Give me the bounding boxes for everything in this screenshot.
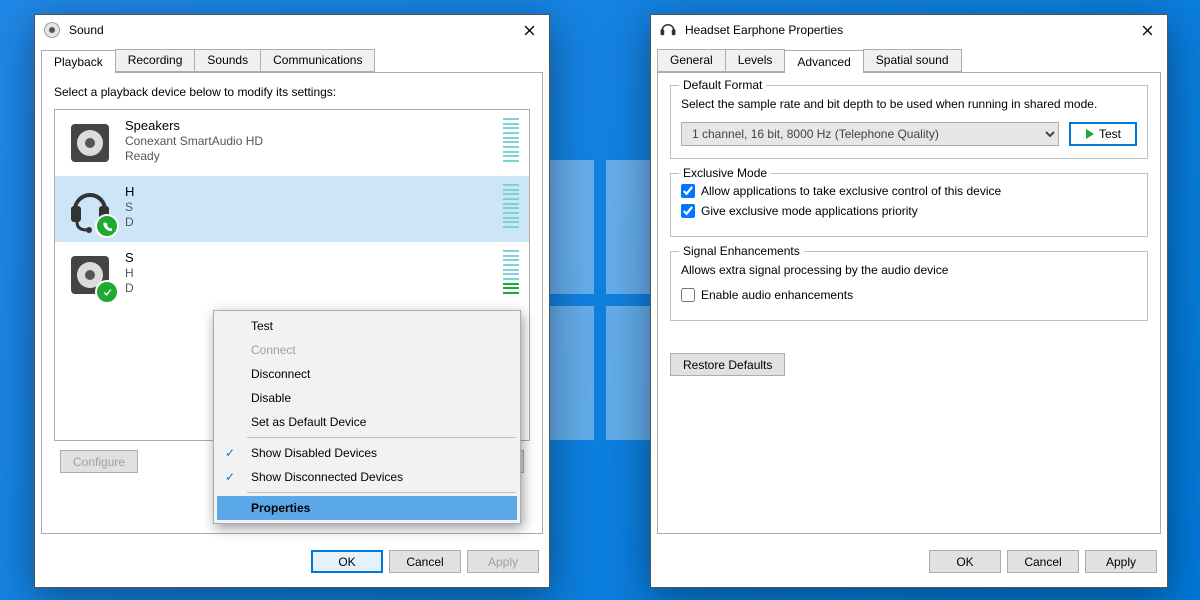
phone-badge-icon: [95, 214, 119, 238]
device-context-menu: Test Connect Disconnect Disable Set as D…: [213, 310, 521, 524]
signal-enhancements-group: Signal Enhancements Allows extra signal …: [670, 251, 1148, 321]
ctx-show-disabled[interactable]: ✓Show Disabled Devices: [217, 441, 517, 465]
playback-instruction: Select a playback device below to modify…: [54, 85, 530, 99]
cancel-button[interactable]: Cancel: [1007, 550, 1079, 573]
sound-tabs: Playback Recording Sounds Communications: [35, 45, 549, 72]
cancel-button[interactable]: Cancel: [389, 550, 461, 573]
ctx-test[interactable]: Test: [217, 314, 517, 338]
close-button[interactable]: [1127, 15, 1167, 45]
ctx-show-disconnected[interactable]: ✓Show Disconnected Devices: [217, 465, 517, 489]
level-meter: [503, 184, 519, 228]
tab-sounds[interactable]: Sounds: [194, 49, 261, 72]
tab-spatial-sound[interactable]: Spatial sound: [863, 49, 962, 72]
ctx-set-default[interactable]: Set as Default Device: [217, 410, 517, 434]
ctx-disable[interactable]: Disable: [217, 386, 517, 410]
configure-button: Configure: [60, 450, 138, 473]
device-speakers[interactable]: Speakers Conexant SmartAudio HD Ready: [55, 110, 529, 176]
sound-icon: [43, 21, 61, 39]
test-button[interactable]: Test: [1069, 122, 1137, 146]
speaker-icon: [65, 250, 115, 300]
properties-tabs: General Levels Advanced Spatial sound: [651, 45, 1167, 72]
apply-button[interactable]: Apply: [1085, 550, 1157, 573]
ok-button[interactable]: OK: [929, 550, 1001, 573]
check-icon: ✓: [225, 470, 235, 484]
restore-defaults-button[interactable]: Restore Defaults: [670, 353, 785, 376]
sound-window: Sound Playback Recording Sounds Communic…: [34, 14, 550, 588]
level-meter: [503, 118, 519, 162]
properties-title: Headset Earphone Properties: [685, 23, 1127, 37]
exclusive-mode-label: Exclusive Mode: [679, 166, 771, 180]
device-speakers-default[interactable]: S H D: [55, 242, 529, 308]
enable-enhancements-input[interactable]: [681, 288, 695, 302]
device-sub: H: [125, 266, 497, 281]
tab-advanced[interactable]: Advanced: [784, 50, 863, 73]
device-sub: S: [125, 200, 497, 215]
play-icon: [1085, 129, 1095, 139]
sound-title: Sound: [69, 23, 509, 37]
device-name: Speakers: [125, 118, 497, 134]
signal-enhancements-label: Signal Enhancements: [679, 244, 804, 258]
device-name: S: [125, 250, 497, 266]
device-status: D: [125, 215, 497, 230]
exclusive-priority-checkbox[interactable]: Give exclusive mode applications priorit…: [681, 204, 1137, 218]
signal-enhancements-desc: Allows extra signal processing by the au…: [681, 262, 1137, 278]
speaker-icon: [65, 118, 115, 168]
format-select[interactable]: 1 channel, 16 bit, 8000 Hz (Telephone Qu…: [681, 122, 1059, 146]
ok-button[interactable]: OK: [311, 550, 383, 573]
default-format-desc: Select the sample rate and bit depth to …: [681, 96, 1137, 112]
check-badge-icon: [95, 280, 119, 304]
level-meter: [503, 250, 519, 294]
device-name: H: [125, 184, 497, 200]
device-sub: Conexant SmartAudio HD: [125, 134, 497, 149]
ctx-connect: Connect: [217, 338, 517, 362]
check-icon: ✓: [225, 446, 235, 460]
default-format-group: Default Format Select the sample rate an…: [670, 85, 1148, 159]
exclusive-priority-input[interactable]: [681, 204, 695, 218]
default-format-label: Default Format: [679, 78, 766, 92]
playback-device-list: Speakers Conexant SmartAudio HD Ready H …: [54, 109, 530, 441]
allow-exclusive-checkbox[interactable]: Allow applications to take exclusive con…: [681, 184, 1137, 198]
tab-general[interactable]: General: [657, 49, 726, 72]
tab-playback[interactable]: Playback: [41, 50, 116, 73]
apply-button: Apply: [467, 550, 539, 573]
allow-exclusive-input[interactable]: [681, 184, 695, 198]
sound-titlebar[interactable]: Sound: [35, 15, 549, 45]
properties-titlebar[interactable]: Headset Earphone Properties: [651, 15, 1167, 45]
device-status: Ready: [125, 149, 497, 164]
headset-icon: [65, 184, 115, 234]
headset-icon: [659, 21, 677, 39]
tab-levels[interactable]: Levels: [725, 49, 786, 72]
enable-enhancements-checkbox[interactable]: Enable audio enhancements: [681, 288, 1137, 302]
properties-window: Headset Earphone Properties General Leve…: [650, 14, 1168, 588]
tab-communications[interactable]: Communications: [260, 49, 375, 72]
device-headset[interactable]: H S D: [55, 176, 529, 242]
ctx-disconnect[interactable]: Disconnect: [217, 362, 517, 386]
exclusive-mode-group: Exclusive Mode Allow applications to tak…: [670, 173, 1148, 237]
tab-recording[interactable]: Recording: [115, 49, 196, 72]
close-button[interactable]: [509, 15, 549, 45]
ctx-properties[interactable]: Properties: [217, 496, 517, 520]
device-status: D: [125, 281, 497, 296]
